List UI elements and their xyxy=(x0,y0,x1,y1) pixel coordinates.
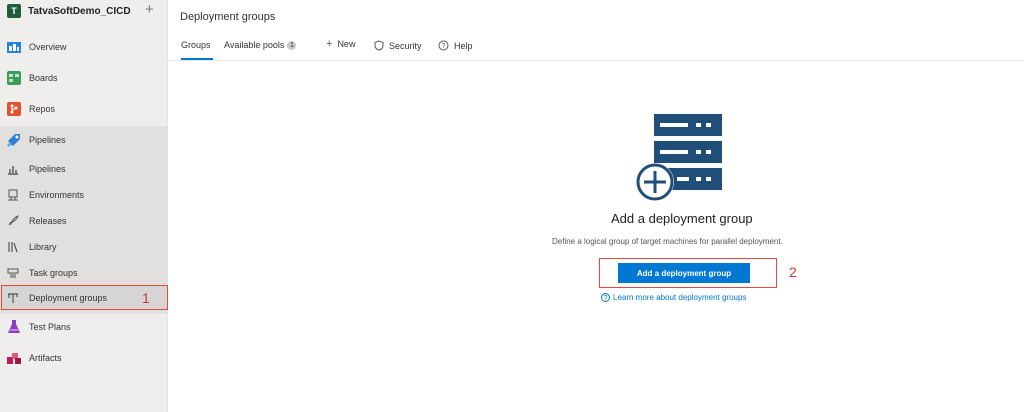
sidebar-item-label: Boards xyxy=(29,73,58,83)
help-button[interactable]: ? Help xyxy=(438,40,473,51)
tab-available-pools[interactable]: Available pools 1 xyxy=(224,40,297,62)
learn-more-link[interactable]: ? Learn more about deployment groups xyxy=(601,293,746,302)
rocket-icon xyxy=(8,215,19,226)
new-button[interactable]: + New xyxy=(326,38,355,50)
overview-icon xyxy=(7,42,21,53)
sidebar-subitem-label: Library xyxy=(29,242,57,252)
sidebar-subitem-label: Environments xyxy=(29,190,85,200)
page-title: Deployment groups xyxy=(180,11,276,23)
empty-state-title: Add a deployment group xyxy=(611,211,753,226)
sidebar-item-artifacts[interactable]: Artifacts xyxy=(0,344,167,372)
sidebar-item-pipelines[interactable]: Pipelines xyxy=(0,126,167,154)
annotation-number: 1 xyxy=(142,290,150,306)
help-icon: ? xyxy=(601,293,610,302)
sidebar-item-label: Repos xyxy=(29,104,56,114)
task-groups-icon xyxy=(7,268,19,278)
add-deployment-group-button[interactable]: Add a deployment group xyxy=(618,263,750,283)
shield-icon xyxy=(374,40,384,51)
plus-icon: + xyxy=(326,38,333,50)
svg-text:?: ? xyxy=(442,43,446,50)
sidebar-item-overview[interactable]: Overview xyxy=(0,33,167,61)
tab-label: Available pools xyxy=(224,40,285,50)
sidebar: T TatvaSoftDemo_CICD + Overview Boards R… xyxy=(0,0,168,412)
library-icon xyxy=(8,242,18,253)
help-label: Help xyxy=(454,41,473,51)
annotation-number: 2 xyxy=(789,264,797,280)
sidebar-item-label: Artifacts xyxy=(29,353,62,363)
sidebar-subitem-label: Deployment groups xyxy=(29,293,108,303)
sidebar-subitem-releases[interactable]: Releases xyxy=(0,209,167,233)
pipelines-sub-icon xyxy=(8,166,18,175)
new-label: New xyxy=(337,39,356,49)
sidebar-subitem-task-groups[interactable]: Task groups xyxy=(0,261,167,285)
add-icon[interactable]: + xyxy=(145,2,154,18)
empty-state-description: Define a logical group of target machine… xyxy=(552,237,783,246)
pipelines-icon xyxy=(7,134,20,147)
repos-icon xyxy=(7,102,21,116)
sidebar-subitem-label: Task groups xyxy=(29,268,78,278)
sidebar-subitem-pipelines[interactable]: Pipelines xyxy=(0,157,167,181)
sidebar-subitem-label: Pipelines xyxy=(29,164,66,174)
sidebar-item-label: Test Plans xyxy=(29,322,71,332)
deployment-groups-icon xyxy=(8,293,18,303)
header-divider xyxy=(167,60,1024,61)
security-label: Security xyxy=(389,41,422,51)
sidebar-subitem-library[interactable]: Library xyxy=(0,235,167,259)
sidebar-item-label: Overview xyxy=(29,42,67,52)
project-avatar: T xyxy=(7,4,21,18)
sidebar-subitem-environments[interactable]: Environments xyxy=(0,183,167,207)
test-plans-icon xyxy=(8,320,20,333)
project-name[interactable]: TatvaSoftDemo_CICD xyxy=(28,6,131,17)
sidebar-item-test-plans[interactable]: Test Plans xyxy=(0,313,167,341)
sidebar-item-repos[interactable]: Repos xyxy=(0,95,167,123)
artifacts-icon xyxy=(7,353,21,364)
help-icon: ? xyxy=(438,40,449,51)
security-button[interactable]: Security xyxy=(374,40,422,51)
sidebar-item-boards[interactable]: Boards xyxy=(0,64,167,92)
sidebar-item-label: Pipelines xyxy=(29,135,66,145)
sidebar-subitem-label: Releases xyxy=(29,216,67,226)
project-header[interactable]: T TatvaSoftDemo_CICD + xyxy=(0,0,167,25)
learn-more-label: Learn more about deployment groups xyxy=(613,293,747,302)
server-illustration-icon xyxy=(636,114,722,201)
boards-icon xyxy=(7,71,21,85)
count-badge: 1 xyxy=(287,41,297,50)
environments-icon xyxy=(8,189,18,201)
